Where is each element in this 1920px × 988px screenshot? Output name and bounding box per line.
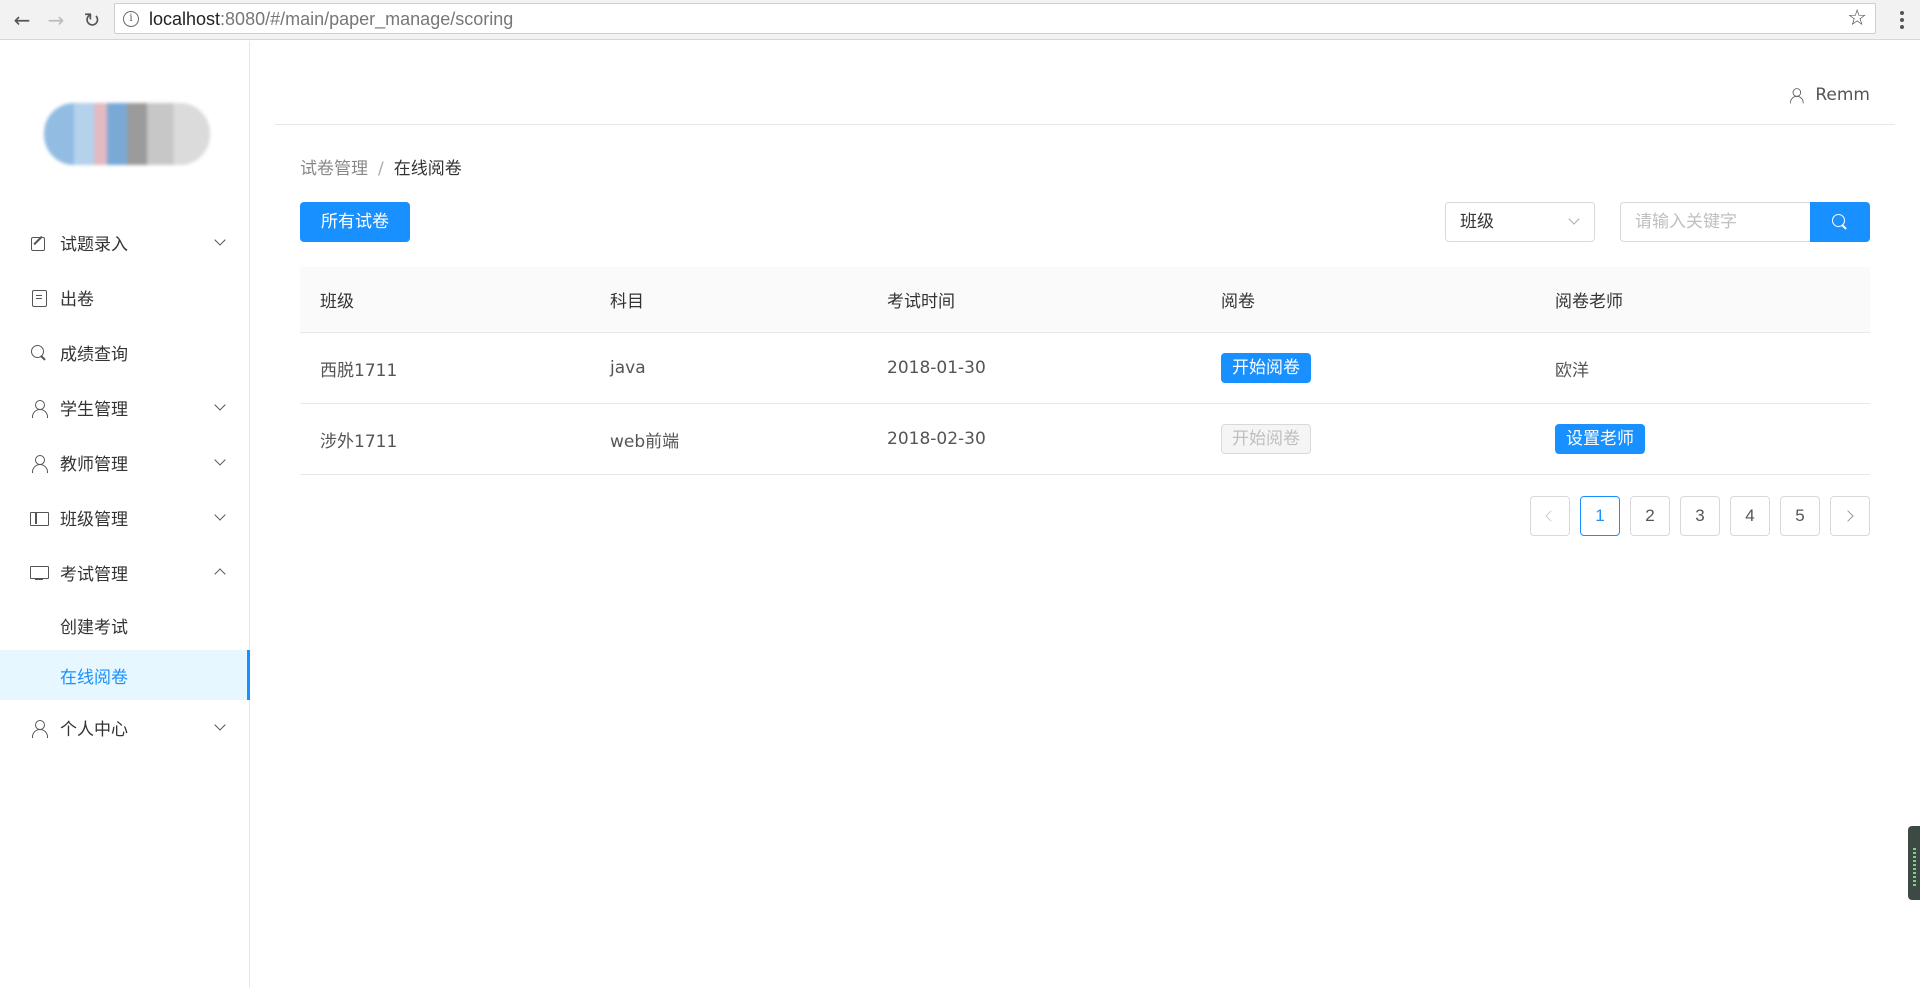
bookmark-star-icon[interactable]: ☆ [1847,6,1867,31]
logo [44,103,210,165]
prev-page-button[interactable] [1530,496,1570,536]
sidebar-subitem-online-scoring[interactable]: 在线阅卷 [0,650,250,700]
sidebar-item-class-management[interactable]: 班级管理 [0,490,250,545]
user-menu[interactable]: Remm [1787,85,1870,105]
browser-menu-icon[interactable] [1892,8,1912,32]
sidebar-item-score-query[interactable]: 成绩查询 [0,325,250,380]
monitor-icon [30,564,49,582]
cell-teacher: 设置老师 [1535,424,1870,454]
student-icon [30,399,48,418]
user-icon [30,719,48,738]
table-row: 涉外1711 web前端 2018-02-30 开始阅卷 设置老师 [300,404,1870,475]
all-papers-button[interactable]: 所有试卷 [300,202,410,242]
chevron-down-icon [212,234,228,250]
cell-class: 西脱1711 [320,360,398,381]
address-url: localhost:8080/#/main/paper_manage/scori… [149,9,514,29]
sidebar-item-exam-management[interactable]: 考试管理 [0,545,250,600]
site-info-icon[interactable]: i [123,11,139,27]
search-icon [30,344,48,362]
sidebar-menu: 试题录入 出卷 成绩查询 学生管理 教师管理 班级管理 考试管理 创建考试 在线… [0,215,250,755]
floating-side-widget[interactable] [1908,826,1920,900]
document-icon [30,289,48,307]
column-header-teacher: 阅卷老师 [1555,292,1623,312]
column-header-exam-time: 考试时间 [887,292,955,312]
breadcrumb-current: 在线阅卷 [393,159,462,179]
class-select-value: 班级 [1460,212,1494,232]
sidebar-item-teacher-management[interactable]: 教师管理 [0,435,250,490]
sidebar-item-label: 在线阅卷 [60,667,128,688]
pagination: 1 2 3 4 5 [1530,496,1870,536]
chevron-down-icon [1568,213,1580,225]
table-icon [30,509,49,527]
column-header-class: 班级 [320,292,354,312]
page-button-4[interactable]: 4 [1730,496,1770,536]
table-header-row: 班级 科目 考试时间 阅卷 阅卷老师 [300,267,1870,333]
cell-subject: java [610,358,646,378]
scoring-table: 班级 科目 考试时间 阅卷 阅卷老师 西脱1711 java 2018-01-3… [300,267,1870,475]
sidebar-item-label: 成绩查询 [60,345,128,365]
sidebar-item-student-management[interactable]: 学生管理 [0,380,250,435]
forward-arrow-icon[interactable]: → [44,8,68,32]
page-button-2[interactable]: 2 [1630,496,1670,536]
sidebar-item-label: 创建考试 [60,617,128,638]
top-header: Remm [275,41,1895,125]
start-scoring-button-disabled: 开始阅卷 [1221,424,1311,454]
sidebar-item-personal-center[interactable]: 个人中心 [0,700,250,755]
breadcrumb-separator: / [378,159,384,179]
cell-exam-time: 2018-01-30 [887,358,986,378]
cell-exam-time: 2018-02-30 [887,429,986,449]
search-button[interactable] [1810,202,1870,242]
breadcrumb-parent[interactable]: 试卷管理 [300,159,368,179]
class-select[interactable]: 班级 [1445,202,1595,242]
search-icon [1831,213,1849,231]
sidebar-item-question-entry[interactable]: 试题录入 [0,215,250,270]
page-button-1[interactable]: 1 [1580,496,1620,536]
start-scoring-button[interactable]: 开始阅卷 [1221,353,1311,383]
set-teacher-button[interactable]: 设置老师 [1555,424,1645,454]
page-button-5[interactable]: 5 [1780,496,1820,536]
cell-teacher: 欧洋 [1555,360,1589,381]
sidebar-item-make-paper[interactable]: 出卷 [0,270,250,325]
cell-scoring: 开始阅卷 [1201,424,1535,454]
keyword-search-input[interactable] [1620,202,1810,242]
user-icon [1789,87,1805,104]
table-row: 西脱1711 java 2018-01-30 开始阅卷 欧洋 [300,333,1870,404]
chevron-down-icon [212,399,228,415]
edit-icon [30,234,48,252]
cell-scoring: 开始阅卷 [1201,353,1535,383]
chevron-down-icon [212,719,228,735]
sidebar: 试题录入 出卷 成绩查询 学生管理 教师管理 班级管理 考试管理 创建考试 在线… [0,41,250,988]
username: Remm [1815,85,1870,105]
teacher-icon [30,454,48,473]
chevron-down-icon [212,454,228,470]
chevron-up-icon [212,564,228,580]
reload-icon[interactable]: ↻ [80,8,104,32]
cell-class: 涉外1711 [320,431,398,452]
page-button-3[interactable]: 3 [1680,496,1720,536]
back-arrow-icon[interactable]: ← [10,8,34,32]
address-bar[interactable]: i localhost:8080/#/main/paper_manage/sco… [114,3,1876,34]
browser-toolbar: ← → ↻ i localhost:8080/#/main/paper_mana… [0,0,1920,40]
column-header-scoring: 阅卷 [1221,292,1255,312]
chevron-down-icon [212,509,228,525]
column-header-subject: 科目 [610,292,644,312]
cell-subject: web前端 [610,431,680,452]
sidebar-item-label: 出卷 [60,290,94,310]
breadcrumb: 试卷管理 / 在线阅卷 [300,154,462,179]
sidebar-subitem-create-exam[interactable]: 创建考试 [0,600,250,650]
next-page-button[interactable] [1830,496,1870,536]
